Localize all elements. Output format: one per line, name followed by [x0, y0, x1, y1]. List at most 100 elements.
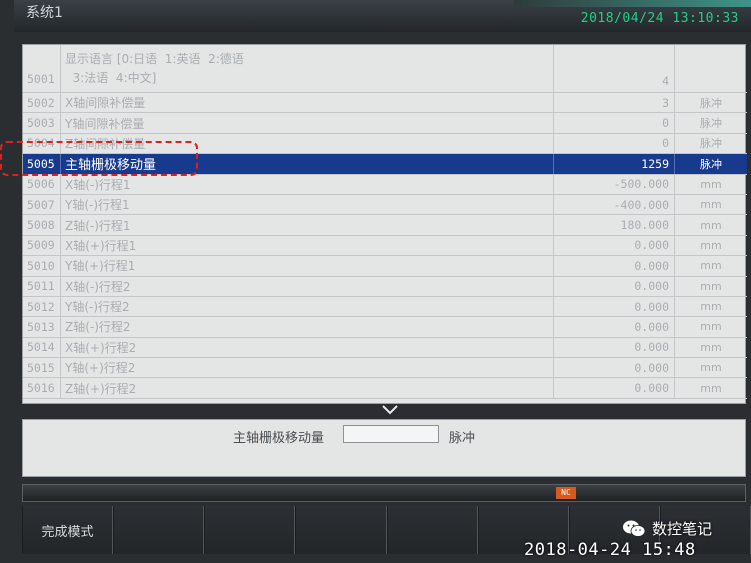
param-value[interactable]: 0	[553, 113, 675, 133]
param-name: 显示语言 [0:日语 1:英语 2:德语 3:法语 4:中文]	[65, 45, 244, 92]
param-name: Y轴(-)行程2	[65, 300, 130, 315]
param-number: 5001	[23, 45, 61, 92]
param-value[interactable]: 0.000	[553, 256, 675, 276]
param-unit: mm	[700, 238, 722, 252]
title-bar: 系统1 2018/04/24 13:10:33	[14, 0, 751, 32]
system-datetime: 2018/04/24 13:10:33	[580, 11, 739, 26]
param-name: Z轴(-)行程1	[65, 218, 131, 233]
param-unit: mm	[700, 381, 722, 395]
parameter-panel: 5001 显示语言 [0:日语 1:英语 2:德语 3:法语 4:中文] 4 5002…	[22, 44, 747, 404]
param-number: 5013	[23, 317, 61, 337]
param-number: 5010	[23, 256, 61, 276]
photo-timestamp: 2018-04-24 15:48	[524, 540, 696, 560]
param-name-line: 3:法语 4:中文]	[65, 70, 157, 85]
softkey-2[interactable]	[113, 506, 205, 554]
param-number: 5003	[23, 113, 61, 133]
param-value[interactable]: 0.000	[553, 378, 675, 398]
table-row[interactable]: 5011 X轴(-)行程2 0.000 mm	[23, 276, 747, 297]
param-name: Y轴(+)行程1	[65, 259, 136, 274]
param-number: 5012	[23, 296, 61, 317]
table-row[interactable]: 5002 X轴间隙补偿量 3 脉冲	[23, 93, 747, 114]
param-unit: 脉冲	[700, 96, 722, 110]
table-row[interactable]: 5006 X轴(-)行程1 -500.000 mm	[23, 174, 747, 195]
param-value[interactable]: 0.000	[553, 235, 675, 256]
red-highlight-annotation	[0, 141, 198, 176]
param-unit: mm	[700, 300, 722, 314]
param-number: 5014	[23, 337, 61, 358]
window-title: 系统1	[26, 5, 63, 21]
table-row[interactable]: 5009 X轴(+)行程1 0.000 mm	[23, 235, 747, 257]
param-unit: 脉冲	[700, 137, 722, 151]
param-value[interactable]: 0.000	[553, 337, 675, 358]
table-row[interactable]: 5015 Y轴(+)行程2 0.000 mm	[23, 358, 747, 379]
param-number: 5007	[23, 194, 61, 215]
parameter-input[interactable]	[343, 425, 439, 443]
cnc-screen: 系统1 2018/04/24 13:10:33 5001 显示语言 [0:日语 1…	[0, 0, 751, 563]
input-unit: 脉冲	[449, 431, 476, 446]
param-number: 5002	[23, 93, 61, 113]
param-name: X轴(+)行程2	[65, 340, 137, 355]
param-number: 5016	[23, 378, 61, 398]
param-name: X轴(+)行程1	[65, 238, 137, 253]
param-number: 5008	[23, 215, 61, 235]
param-unit: mm	[700, 259, 722, 273]
input-panel: 主轴栅极移动量 脉冲	[22, 419, 746, 477]
table-row[interactable]: 5001 显示语言 [0:日语 1:英语 2:德语 3:法语 4:中文] 4	[23, 45, 747, 93]
watermark: 数控笔记	[622, 518, 712, 539]
param-name: Y轴(-)行程1	[65, 198, 130, 213]
param-value[interactable]: 0.000	[553, 317, 675, 337]
param-value[interactable]: 0.000	[553, 296, 675, 317]
softkey-5[interactable]	[386, 506, 478, 554]
softkey-3[interactable]	[204, 506, 296, 554]
parameter-table: 5001 显示语言 [0:日语 1:英语 2:德语 3:法语 4:中文] 4 5002…	[23, 45, 747, 399]
param-value[interactable]: -500.000	[553, 174, 675, 194]
param-unit: 脉冲	[700, 117, 722, 131]
param-name: X轴间隙补偿量	[65, 96, 146, 111]
param-name: Y轴(+)行程2	[65, 361, 136, 376]
input-label: 主轴栅极移动量	[233, 431, 325, 446]
softkey-4[interactable]	[295, 506, 387, 554]
param-value[interactable]: 0	[553, 133, 675, 154]
param-number: 5011	[23, 276, 61, 296]
table-row[interactable]: 5007 Y轴(-)行程1 -400.000 mm	[23, 194, 747, 216]
param-value[interactable]: 0.000	[553, 358, 675, 378]
nc-status-icon: NC	[556, 487, 576, 499]
table-row[interactable]: 5014 X轴(+)行程2 0.000 mm	[23, 337, 747, 359]
param-number: 5015	[23, 358, 61, 378]
param-unit: mm	[700, 361, 722, 375]
chevron-down-icon[interactable]	[381, 404, 399, 416]
param-value[interactable]: -400.000	[553, 194, 675, 215]
title-accent-bar	[514, 0, 751, 7]
softkey-1[interactable]: 完成模式	[22, 506, 114, 554]
param-value[interactable]: 180.000	[553, 215, 675, 235]
param-name: X轴(-)行程2	[65, 279, 131, 294]
param-unit	[675, 45, 747, 92]
status-bar: NC	[22, 484, 746, 502]
watermark-text: 数控笔记	[652, 520, 713, 538]
param-unit: mm	[700, 177, 722, 191]
param-name: Z轴(-)行程2	[65, 320, 131, 335]
param-name: Z轴(+)行程2	[65, 381, 137, 396]
param-unit: mm	[700, 279, 722, 293]
param-unit: 脉冲	[700, 157, 722, 171]
wechat-icon	[623, 520, 646, 537]
param-number: 5009	[23, 235, 61, 256]
param-unit: mm	[700, 198, 722, 212]
table-row[interactable]: 5012 Y轴(-)行程2 0.000 mm	[23, 296, 747, 318]
param-value[interactable]: 1259	[553, 154, 675, 174]
param-value[interactable]: 4	[553, 45, 675, 92]
param-number: 5006	[23, 174, 61, 194]
param-unit: mm	[700, 340, 722, 354]
table-row[interactable]: 5013 Z轴(-)行程2 0.000 mm	[23, 317, 747, 338]
param-name: Y轴间隙补偿量	[65, 116, 145, 131]
table-row[interactable]: 5010 Y轴(+)行程1 0.000 mm	[23, 256, 747, 277]
param-name: X轴(-)行程1	[65, 177, 131, 192]
param-value[interactable]: 3	[553, 93, 675, 113]
param-name-line: 显示语言 [0:日语 1:英语 2:德语	[65, 51, 244, 66]
param-value[interactable]: 0.000	[553, 276, 675, 296]
param-unit: mm	[700, 320, 722, 334]
table-row[interactable]: 5016 Z轴(+)行程2 0.000 mm	[23, 378, 747, 399]
table-row[interactable]: 5008 Z轴(-)行程1 180.000 mm	[23, 215, 747, 236]
table-row[interactable]: 5003 Y轴间隙补偿量 0 脉冲	[23, 113, 747, 134]
param-unit: mm	[700, 218, 722, 232]
